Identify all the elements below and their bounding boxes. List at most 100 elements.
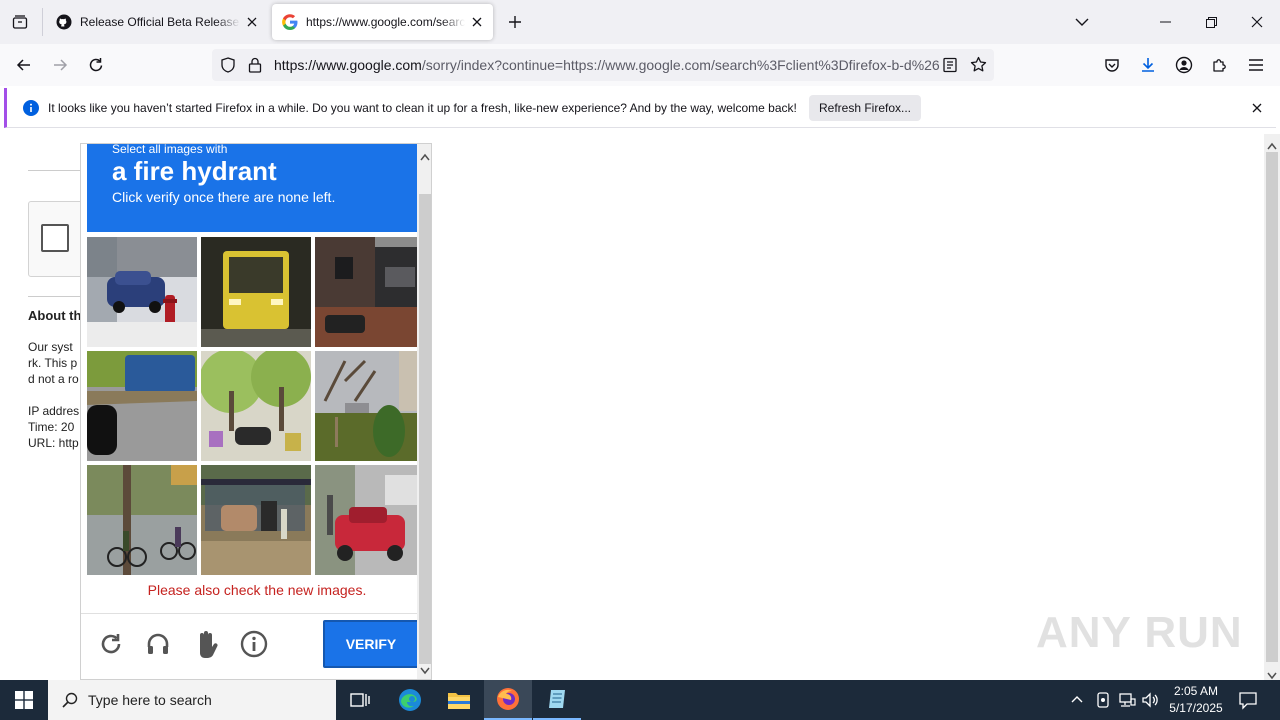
url-bar[interactable]: https://www.google.com/sorry/index?conti…: [212, 49, 994, 81]
refresh-firefox-button[interactable]: Refresh Firefox...: [809, 95, 921, 121]
minimize-window-button[interactable]: [1142, 0, 1188, 44]
image-tile[interactable]: [201, 237, 311, 347]
device-tray-icon[interactable]: [1096, 691, 1110, 714]
search-icon: [62, 692, 78, 708]
system-clock[interactable]: 2:05 AM 5/17/2025: [1162, 683, 1230, 717]
new-tab-button[interactable]: [500, 6, 530, 38]
search-placeholder: Type here to search: [88, 692, 212, 708]
show-hidden-icons-chevron-icon[interactable]: [1070, 692, 1084, 711]
challenge-instruction: Select all images with: [112, 143, 228, 156]
volume-speaker-icon[interactable]: [1141, 691, 1159, 714]
tile-yellow-bus-image: [201, 237, 311, 347]
tile-blue-car-hydrant-image: [87, 237, 197, 347]
challenge-object: a fire hydrant: [112, 156, 277, 186]
reload-challenge-icon[interactable]: [95, 628, 127, 660]
google-icon: [282, 14, 298, 30]
challenge-header: Select all images with a fire hydrant Cl…: [87, 144, 417, 232]
reader-view-icon[interactable]: [943, 57, 957, 78]
close-notification-icon[interactable]: [1249, 100, 1265, 116]
not-a-robot-checkbox[interactable]: [41, 224, 69, 252]
clock-time: 2:05 AM: [1173, 684, 1219, 698]
extensions-puzzle-icon[interactable]: [1204, 49, 1236, 81]
image-tile[interactable]: [201, 351, 311, 461]
page-divider: [28, 170, 88, 171]
notification-message: It looks like you haven’t started Firefo…: [48, 101, 797, 115]
page-divider: [28, 296, 88, 297]
recaptcha-anchor-box: [28, 201, 88, 277]
tracking-protection-shield-icon[interactable]: [220, 57, 236, 78]
image-grid: [87, 237, 425, 577]
tile-coach-highway-image: [87, 351, 197, 461]
tab-github-release[interactable]: Release Official Beta Release! · B: [46, 4, 268, 40]
bookmark-star-icon[interactable]: [970, 56, 987, 78]
downloads-icon[interactable]: [1132, 49, 1164, 81]
clock-date: 5/17/2025: [1169, 701, 1223, 715]
about-heading: About th: [28, 308, 82, 323]
challenge-hint: Click verify once there are none left.: [112, 189, 336, 205]
windows-taskbar: Type here to search 2:05 AM 5/17/2025: [0, 680, 1280, 720]
tile-cyclists-image: [87, 465, 197, 575]
list-all-tabs-chevron-icon[interactable]: [1066, 6, 1098, 38]
about-text-line: rk. This p: [28, 356, 78, 370]
url-path: /sorry/index?continue=https://www.google…: [421, 57, 940, 73]
tile-yard-trees-image: [315, 351, 425, 461]
network-icon[interactable]: [1118, 691, 1136, 714]
image-tile[interactable]: [87, 237, 197, 347]
back-button[interactable]: [8, 49, 40, 81]
anyrun-watermark: ANY RUN: [1036, 608, 1243, 657]
navigation-toolbar: https://www.google.com/sorry/index?conti…: [0, 44, 1280, 86]
notification-center-icon[interactable]: [1238, 690, 1258, 715]
image-tile[interactable]: [87, 351, 197, 461]
account-icon[interactable]: [1168, 49, 1200, 81]
help-info-icon[interactable]: [238, 628, 270, 660]
taskbar-search-box[interactable]: Type here to search: [48, 680, 336, 720]
github-icon: [56, 14, 72, 30]
image-tile[interactable]: [315, 465, 425, 575]
edge-browser-icon[interactable]: [386, 680, 434, 720]
tile-brick-house-image: [315, 237, 425, 347]
close-tab-icon[interactable]: [240, 10, 264, 34]
tab-separator: [42, 8, 43, 36]
challenge-scrollbar-thumb[interactable]: [419, 194, 431, 664]
recaptcha-challenge-frame: Select all images with a fire hydrant Cl…: [80, 143, 432, 680]
challenge-scrollbar[interactable]: [417, 144, 431, 679]
reload-button[interactable]: [80, 49, 112, 81]
report-hand-icon[interactable]: [190, 628, 222, 660]
image-tile[interactable]: [201, 465, 311, 575]
tile-red-car-street-image: [315, 465, 425, 575]
tab-list-icon[interactable]: [4, 6, 36, 38]
time-line: Time: 20: [28, 420, 75, 434]
refresh-firefox-notification: It looks like you haven’t started Firefo…: [4, 88, 1276, 128]
scroll-down-arrow-icon[interactable]: [420, 662, 430, 679]
notepad-app-icon[interactable]: [533, 680, 581, 720]
close-window-button[interactable]: [1234, 0, 1280, 44]
app-menu-hamburger-icon[interactable]: [1240, 49, 1272, 81]
file-explorer-folder-icon[interactable]: [435, 680, 483, 720]
info-icon: [23, 100, 39, 121]
tile-shelter-car-image: [201, 465, 311, 575]
url-line: URL: http: [28, 436, 79, 450]
verify-button[interactable]: VERIFY: [323, 620, 419, 668]
forward-button[interactable]: [44, 49, 76, 81]
footer-divider: [81, 613, 417, 614]
image-tile[interactable]: [315, 237, 425, 347]
url-text[interactable]: https://www.google.com/sorry/index?conti…: [274, 57, 944, 73]
pocket-icon[interactable]: [1096, 49, 1128, 81]
start-windows-icon[interactable]: [0, 680, 48, 720]
close-tab-icon[interactable]: [465, 10, 489, 34]
ip-address-line: IP addres: [28, 404, 80, 418]
page-scrollbar-thumb[interactable]: [1266, 152, 1278, 662]
image-tile[interactable]: [87, 465, 197, 575]
scroll-up-arrow-icon[interactable]: [420, 148, 430, 166]
tab-google-search[interactable]: https://www.google.com/search: [272, 4, 493, 40]
page-scrollbar[interactable]: [1264, 134, 1280, 680]
tab-title: Release Official Beta Release! · B: [80, 15, 240, 29]
tab-title: https://www.google.com/search: [306, 15, 465, 29]
firefox-taskbar-icon[interactable]: [484, 680, 532, 720]
about-text-line: d not a ro: [28, 372, 79, 386]
lock-icon[interactable]: [248, 57, 262, 78]
audio-challenge-headphones-icon[interactable]: [142, 628, 174, 660]
task-view-icon[interactable]: [336, 680, 384, 720]
restore-window-button[interactable]: [1188, 0, 1234, 44]
image-tile[interactable]: [315, 351, 425, 461]
